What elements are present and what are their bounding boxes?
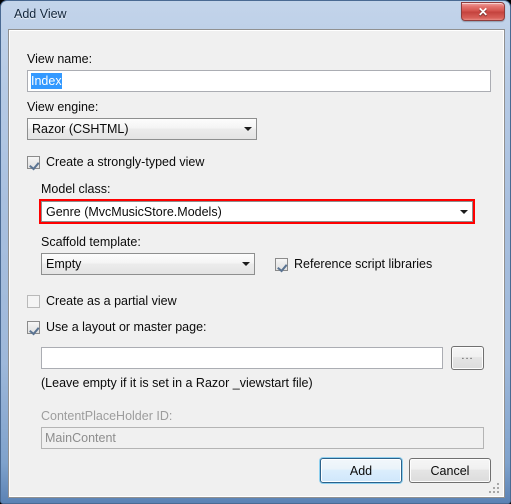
view-name-label: View name: <box>27 52 93 66</box>
partial-view-label: Create as a partial view <box>46 294 177 308</box>
view-engine-select[interactable]: Razor (CSHTML) <box>27 118 257 140</box>
resize-grip[interactable] <box>489 483 500 494</box>
window-title: Add View <box>14 7 67 21</box>
empty-checkbox-icon <box>27 294 40 308</box>
model-class-select[interactable]: Genre (MvcMusicStore.Models) <box>41 201 473 222</box>
scaffold-template-select[interactable]: Empty <box>41 253 255 275</box>
reference-scripts-label: Reference script libraries <box>294 257 433 271</box>
content-placeholder-id-input: MainContent <box>41 427 484 449</box>
strongly-typed-label: Create a strongly-typed view <box>46 155 205 169</box>
view-engine-value: Razor (CSHTML) <box>32 122 129 136</box>
cancel-button[interactable]: Cancel <box>409 458 491 483</box>
partial-view-checkbox[interactable]: Create as a partial view <box>27 294 177 308</box>
use-layout-label: Use a layout or master page: <box>46 320 207 334</box>
view-name-input[interactable]: Index <box>27 70 491 92</box>
scaffold-template-label: Scaffold template: <box>41 235 141 249</box>
add-button[interactable]: Add <box>320 458 402 483</box>
layout-path-input[interactable] <box>41 347 443 369</box>
chevron-down-icon <box>237 262 254 266</box>
checkmark-icon <box>27 155 40 169</box>
view-engine-label: View engine: <box>27 100 99 114</box>
content-placeholder-id-label: ContentPlaceHolder ID: <box>41 409 173 423</box>
model-class-label: Model class: <box>41 182 111 196</box>
close-icon: ✕ <box>477 4 489 19</box>
cancel-button-label: Cancel <box>430 463 470 478</box>
use-layout-checkbox[interactable]: Use a layout or master page: <box>27 320 207 334</box>
checkmark-icon <box>275 257 288 271</box>
chevron-down-icon <box>455 209 472 214</box>
add-view-dialog: Add View ✕ View name: Index View engine:… <box>0 0 511 504</box>
dialog-content-panel: View name: Index View engine: Razor (CSH… <box>8 29 505 498</box>
layout-hint-text: (Leave empty if it is set in a Razor _vi… <box>41 376 313 390</box>
add-button-label: Add <box>349 463 373 478</box>
strongly-typed-checkbox[interactable]: Create a strongly-typed view <box>27 155 204 169</box>
close-button[interactable]: ✕ <box>461 2 505 21</box>
chevron-down-icon <box>239 127 256 131</box>
model-class-value: Genre (MvcMusicStore.Models) <box>46 204 222 219</box>
browse-layout-button[interactable]: ... <box>451 346 484 370</box>
title-bar[interactable]: Add View ✕ <box>1 1 511 29</box>
scaffold-template-value: Empty <box>46 257 82 271</box>
checkmark-icon <box>27 320 40 334</box>
reference-scripts-checkbox[interactable]: Reference script libraries <box>275 257 432 271</box>
browse-layout-label: ... <box>461 350 474 362</box>
view-name-value: Index <box>31 73 62 89</box>
